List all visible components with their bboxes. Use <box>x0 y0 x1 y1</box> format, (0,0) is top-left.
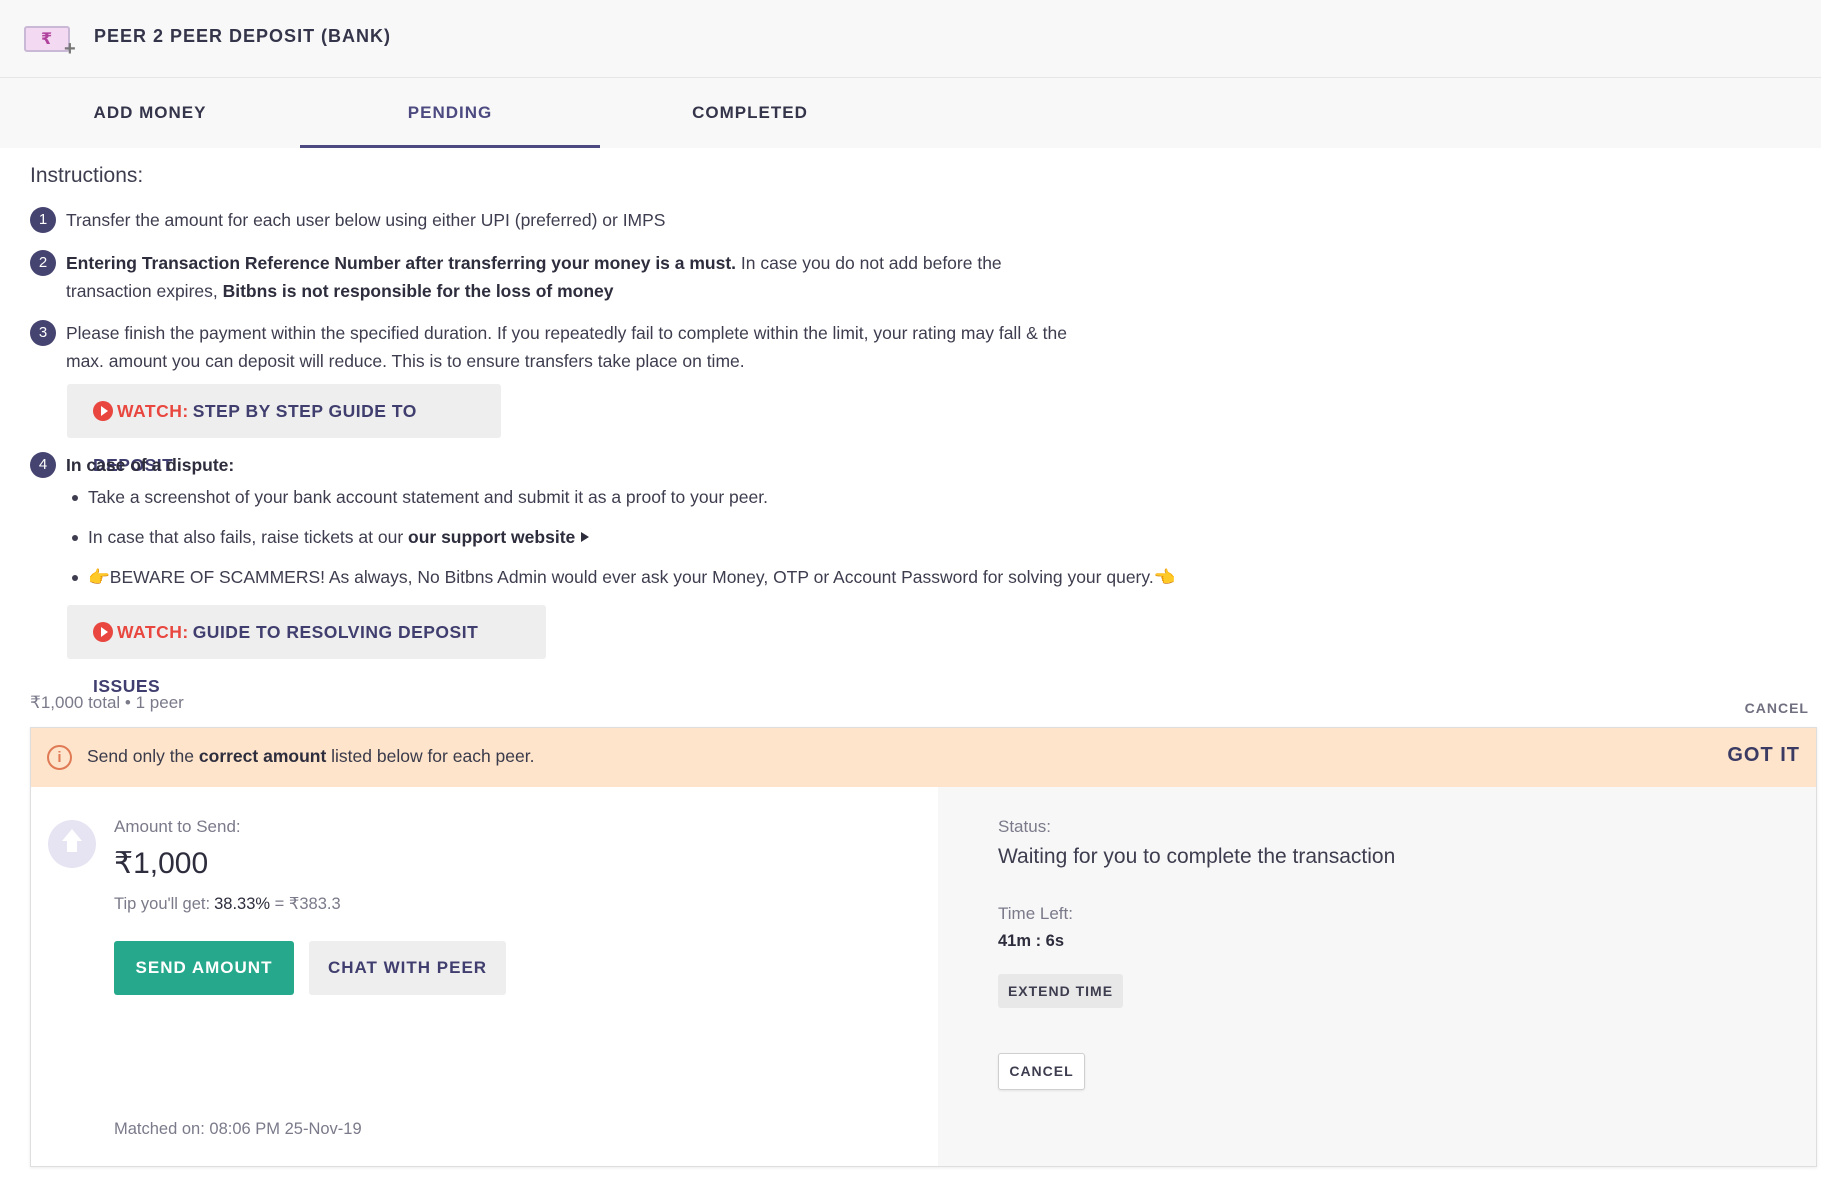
matched-timestamp: Matched on: 08:06 PM 25-Nov-19 <box>114 1120 362 1138</box>
support-website-link[interactable]: our support website <box>408 527 575 547</box>
status-text: Waiting for you to complete the transact… <box>998 845 1396 868</box>
amount-label: Amount to Send: <box>114 817 241 836</box>
got-it-button[interactable]: GOT IT <box>1727 744 1800 767</box>
instruction-step-4: 4 In case of a dispute: <box>30 451 1090 479</box>
watch-deposit-guide-button[interactable]: WATCH: STEP BY STEP GUIDE TO DEPOSIT <box>67 384 501 475</box>
time-left-label: Time Left: <box>998 904 1073 923</box>
upload-arrow-icon <box>48 820 96 868</box>
send-pane: Amount to Send: ₹1,000 Tip you'll get: 38… <box>31 787 938 1166</box>
play-icon <box>93 622 113 642</box>
step-number-badge: 2 <box>30 250 56 276</box>
instruction-step-3: 3 Please finish the payment within the s… <box>30 319 1090 375</box>
p2p-deposit-logo-icon: ₹ + <box>24 22 76 60</box>
cancel-all-link[interactable]: CANCEL <box>1745 700 1809 716</box>
extend-time-button[interactable]: EXTEND TIME <box>998 974 1123 1008</box>
time-left-value: 41m : 6s <box>998 932 1065 950</box>
tab-add-money[interactable]: ADD MONEY <box>0 78 300 148</box>
deposit-summary: ₹1,000 total • 1 peer <box>30 693 184 712</box>
step-number-badge: 1 <box>30 207 56 233</box>
amount-value: ₹1,000 <box>114 847 209 880</box>
play-icon <box>93 401 113 421</box>
instructions-title: Instructions: <box>30 164 144 187</box>
instruction-step-2: 2 Entering Transaction Reference Number … <box>30 249 1090 305</box>
amount-alert-banner: i Send only the correct amount listed be… <box>31 728 1816 787</box>
watch-issues-guide-button[interactable]: WATCH: GUIDE TO RESOLVING DEPOSIT ISSUES <box>67 605 546 696</box>
alert-message: Send only the correct amount listed belo… <box>87 746 535 766</box>
instruction-step-1: 1 Transfer the amount for each user belo… <box>30 206 1090 234</box>
tab-completed[interactable]: COMPLETED <box>600 78 900 148</box>
cancel-transaction-button[interactable]: CANCEL <box>998 1053 1085 1090</box>
peer-transaction-card: i Send only the correct amount listed be… <box>30 727 1817 1167</box>
tab-pending[interactable]: PENDING <box>300 78 600 148</box>
page-header: ₹ + PEER 2 PEER DEPOSIT (BANK) <box>0 0 1821 78</box>
info-icon: i <box>47 745 72 770</box>
tab-bar: ADD MONEY PENDING COMPLETED <box>0 78 1821 148</box>
page-title: PEER 2 PEER DEPOSIT (BANK) <box>94 26 392 46</box>
send-amount-button[interactable]: SEND AMOUNT <box>114 941 294 995</box>
status-label: Status: <box>998 817 1051 836</box>
chat-with-peer-button[interactable]: CHAT WITH PEER <box>309 941 506 995</box>
play-arrow-icon <box>581 532 590 542</box>
tip-info: Tip you'll get: 38.33% = ₹383.3 <box>114 895 341 913</box>
dispute-bullet: Take a screenshot of your bank account s… <box>72 483 768 511</box>
status-pane: Status: Waiting for you to complete the … <box>938 787 1816 1166</box>
step-number-badge: 4 <box>30 452 56 478</box>
dispute-bullet: 👉BEWARE OF SCAMMERS! As always, No Bitbn… <box>72 563 1176 591</box>
dispute-bullet: In case that also fails, raise tickets a… <box>72 523 590 551</box>
step-number-badge: 3 <box>30 320 56 346</box>
